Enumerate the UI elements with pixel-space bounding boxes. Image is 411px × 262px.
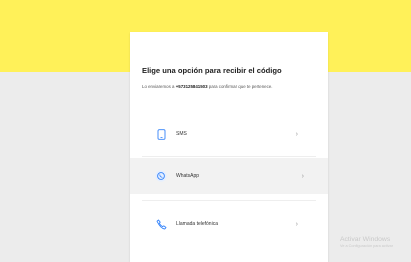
chevron-right-icon: › bbox=[301, 172, 304, 180]
option-sms-label: SMS bbox=[176, 131, 187, 137]
option-call[interactable]: Llamada telefónica › bbox=[142, 206, 310, 242]
option-sms[interactable]: SMS › bbox=[142, 116, 310, 152]
watermark-title: Activar Windows bbox=[340, 236, 391, 243]
verification-dialog: Elige una opción para recibir el código … bbox=[130, 32, 328, 262]
windows-activation-watermark: Activar Windows Ve a Configuración para … bbox=[340, 236, 393, 248]
call-icon bbox=[154, 217, 168, 231]
chevron-right-icon: › bbox=[295, 130, 298, 138]
subtitle-prefix: Lo enviaremos a bbox=[142, 84, 176, 89]
phone-icon bbox=[154, 127, 168, 141]
subtitle-suffix: para confirmar que te pertenece. bbox=[207, 84, 273, 89]
dialog-title: Elige una opción para recibir el código bbox=[142, 66, 282, 75]
chevron-right-icon: › bbox=[295, 220, 298, 228]
option-call-label: Llamada telefónica bbox=[176, 221, 218, 227]
option-whatsapp[interactable]: WhatsApp › bbox=[130, 158, 328, 194]
dialog-subtitle: Lo enviaremos a +573125841503 para confi… bbox=[142, 84, 272, 89]
whatsapp-icon bbox=[154, 169, 168, 183]
option-whatsapp-label: WhatsApp bbox=[176, 173, 200, 179]
divider bbox=[142, 200, 316, 201]
phone-number: +573125841503 bbox=[175, 84, 208, 89]
divider bbox=[142, 156, 316, 157]
watermark-subtitle: Ve a Configuración para activar bbox=[340, 244, 393, 248]
